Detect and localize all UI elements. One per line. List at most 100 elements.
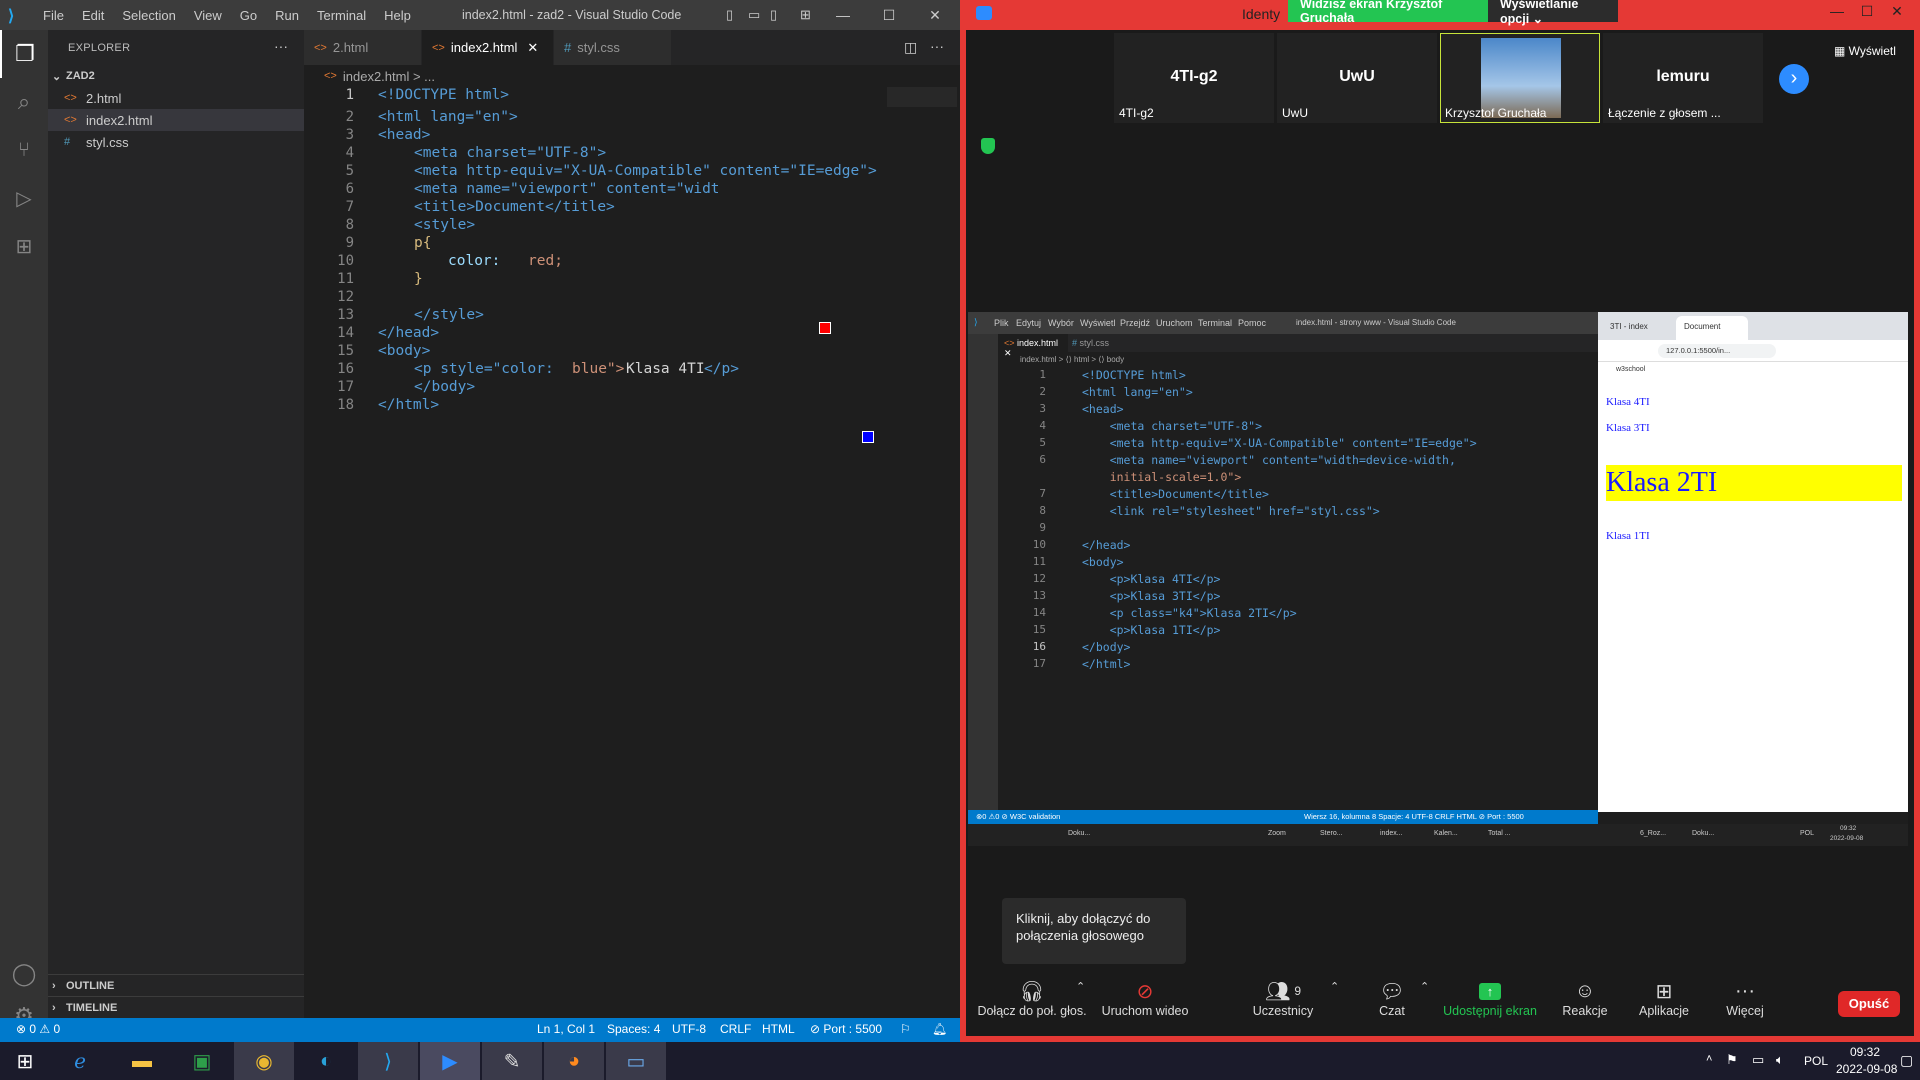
split-editor-icon[interactable]: ◫	[904, 39, 917, 56]
tab-index2-html[interactable]: <> index2.html ✕	[422, 30, 554, 65]
menu-terminal[interactable]: Terminal	[308, 8, 375, 23]
layout-icon[interactable]: ⊞	[800, 7, 811, 23]
windows-icon[interactable]: ⊞	[0, 1042, 50, 1080]
extensions-icon[interactable]: ⊞	[0, 222, 48, 270]
minimap[interactable]	[887, 87, 957, 107]
chat-chevron-icon[interactable]: ⌃	[1420, 980, 1429, 993]
shared-clock-date: 2022-09-08	[1830, 835, 1864, 842]
participant-tile[interactable]: 4TI-g2 4TI-g2	[1114, 33, 1274, 123]
code-editor[interactable]: 1 2 3 4 5 6 7 8 9 10 11 12 13 14 15 16 1…	[304, 87, 960, 1018]
encoding-status[interactable]: UTF-8	[672, 1022, 706, 1036]
clock-time[interactable]: 09:32	[1850, 1045, 1880, 1059]
problems-status[interactable]: ⊗ 0 ⚠ 0	[16, 1022, 60, 1036]
timeline-section[interactable]: › TIMELINE	[48, 996, 304, 1018]
run-debug-icon[interactable]: ▷	[0, 174, 48, 222]
toggle-panel-icon[interactable]: ▭	[748, 7, 760, 23]
live-server-port[interactable]: ⊘ Port : 5500	[810, 1022, 882, 1036]
participants-button[interactable]: 👥︎ 9 Uczestnicy	[1250, 978, 1316, 1019]
view-options-button[interactable]: Wyświetlanie opcji ⌄	[1488, 0, 1618, 26]
chrome-icon[interactable]: ◉	[234, 1042, 294, 1080]
files-icon[interactable]: ▬	[112, 1042, 172, 1080]
video-off-icon: ⊘	[1136, 980, 1154, 1003]
next-participants-icon[interactable]: ›	[1779, 64, 1809, 94]
language-indicator[interactable]: POL	[1804, 1054, 1828, 1068]
tab-styl-css[interactable]: # styl.css	[554, 30, 672, 65]
toggle-sidebar-icon[interactable]: ▯	[726, 7, 733, 23]
feedback-icon[interactable]: ⚐	[900, 1022, 911, 1036]
menu-edit[interactable]: Edit	[73, 8, 113, 23]
breadcrumb-text[interactable]: index2.html > ...	[343, 69, 435, 84]
share-screen-button[interactable]: ↑ Udostępnij ekran	[1440, 978, 1540, 1018]
blue-color-swatch[interactable]	[862, 431, 874, 443]
shared-vscode-titlebar: ⟩ Plik Edytuj Wybór Wyświetl Przejdź Uru…	[968, 312, 1598, 334]
indentation-status[interactable]: Spaces: 4	[607, 1022, 660, 1036]
file-index2-html[interactable]: <> index2.html	[48, 109, 304, 131]
menu-selection[interactable]: Selection	[113, 8, 184, 23]
view-button[interactable]: ▦ Wyświetl	[1834, 44, 1896, 58]
zoom-minimize-button[interactable]: —	[1822, 0, 1852, 22]
close-button[interactable]: ✕	[912, 0, 958, 30]
menu-help[interactable]: Help	[375, 8, 420, 23]
shared-activity-bar	[968, 334, 998, 810]
menu-view[interactable]: View	[185, 8, 231, 23]
network-icon[interactable]: ▭	[1752, 1052, 1764, 1068]
ie-icon[interactable]: ℯ	[50, 1042, 110, 1080]
source-control-icon[interactable]: ⑂	[0, 126, 48, 174]
shared-task-label: index...	[1380, 830, 1403, 837]
language-status[interactable]: HTML	[762, 1022, 795, 1036]
edge-icon[interactable]: ◐	[296, 1042, 356, 1080]
red-color-swatch[interactable]	[819, 322, 831, 334]
tray-chevron-icon[interactable]: ˄	[1706, 1053, 1712, 1065]
folder-zad2[interactable]: ⌄ ZAD2	[48, 65, 304, 87]
outline-section[interactable]: › OUTLINE	[48, 974, 304, 996]
firefox-icon[interactable]: ◕	[544, 1042, 604, 1080]
notification-center-icon[interactable]: ▢	[1900, 1052, 1913, 1069]
zoom-maximize-button[interactable]: ☐	[1852, 0, 1882, 22]
start-video-button[interactable]: ⊘ Uruchom wideo	[1100, 978, 1190, 1019]
explorer-panel: EXPLORER ··· ⌄ ZAD2 <> 2.html <> index2.…	[48, 30, 304, 1018]
minimize-button[interactable]: —	[820, 0, 866, 30]
eol-status[interactable]: CRLF	[720, 1022, 751, 1036]
line-number: 14	[337, 325, 354, 341]
menu-file[interactable]: File	[34, 8, 73, 23]
control-label: Aplikacje	[1638, 1004, 1690, 1018]
zoom-icon[interactable]: ▶	[420, 1042, 480, 1080]
file-2-html[interactable]: <> 2.html	[48, 87, 304, 109]
toggle-secondary-sidebar-icon[interactable]: ▯	[770, 7, 777, 23]
more-button[interactable]: ··· Więcej	[1720, 978, 1770, 1019]
shared-taskbar: Doku... Zoom Stero... index... Kalen... …	[968, 824, 1908, 846]
search-icon[interactable]: ⌕	[0, 78, 48, 126]
participants-chevron-icon[interactable]: ⌃	[1330, 980, 1339, 993]
explorer-more-icon[interactable]: ···	[274, 38, 288, 54]
file-styl-css[interactable]: # styl.css	[48, 131, 304, 153]
chat-button[interactable]: 💬︎ Czat	[1374, 978, 1410, 1019]
participant-tile[interactable]: UwU UwU	[1277, 33, 1437, 123]
tab-2-html[interactable]: <> 2.html	[304, 30, 422, 65]
join-audio-button[interactable]: 🎧︎ Dołącz do poł. głos.	[976, 978, 1088, 1019]
maximize-button[interactable]: ☐	[866, 0, 912, 30]
zoom-close-button[interactable]: ✕	[1882, 0, 1912, 22]
notifications-icon[interactable]: 🔔︎	[932, 1022, 947, 1036]
tray-flag-icon[interactable]: ⚑	[1726, 1052, 1738, 1068]
menu-run[interactable]: Run	[266, 8, 308, 23]
reactions-button[interactable]: ☺ Reakcje	[1560, 978, 1610, 1019]
vscode-icon[interactable]: ⟩	[358, 1042, 418, 1080]
menu-go[interactable]: Go	[231, 8, 266, 23]
apps-button[interactable]: ⊞ Aplikacje	[1634, 978, 1694, 1019]
accounts-icon[interactable]: ◯	[0, 950, 48, 998]
photos-icon[interactable]: ▭	[606, 1042, 666, 1080]
editor-more-icon[interactable]: ···	[930, 38, 944, 54]
participant-tile[interactable]: lemuru Łączenie z głosem ...	[1603, 33, 1763, 123]
explorer-icon[interactable]: ❐	[0, 30, 48, 78]
volume-icon[interactable]: 🔈︎	[1776, 1052, 1784, 1068]
audio-options-chevron-icon[interactable]: ⌃	[1076, 980, 1085, 993]
leave-meeting-button[interactable]: Opuść	[1838, 991, 1900, 1017]
participant-tile-active[interactable]: Krzysztof Gruchała	[1440, 33, 1600, 123]
close-tab-icon[interactable]: ✕	[527, 40, 538, 56]
code-line: <html lang="en">	[378, 109, 518, 125]
paint-icon[interactable]: ✎	[482, 1042, 542, 1080]
clock-date[interactable]: 2022-09-08	[1836, 1062, 1897, 1076]
store-icon[interactable]: ▣	[172, 1042, 232, 1080]
sharing-banner: Widzisz ekran Krzysztof Gruchała	[1288, 0, 1488, 25]
cursor-position[interactable]: Ln 1, Col 1	[537, 1022, 595, 1036]
